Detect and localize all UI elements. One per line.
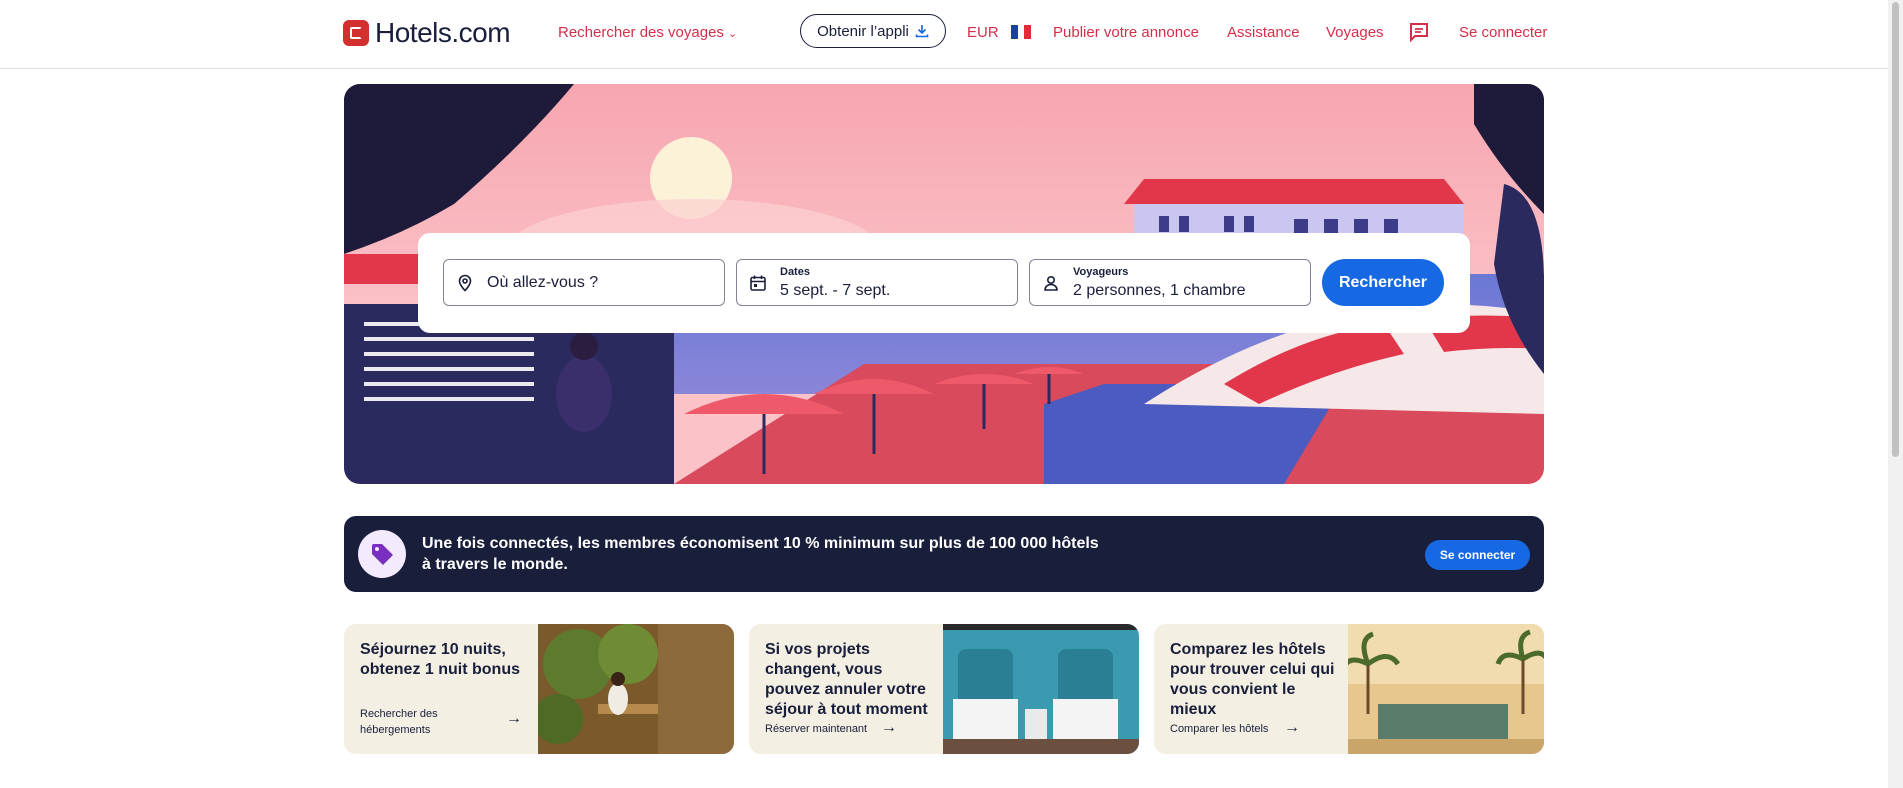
download-icon <box>915 24 929 38</box>
dates-label: Dates <box>780 266 810 278</box>
destination-placeholder: Où allez-vous ? <box>487 274 599 291</box>
hotels-logo[interactable]: Hotels.com <box>343 17 511 49</box>
member-promo-banner: Une fois connectés, les membres économis… <box>344 516 1544 592</box>
arrow-right-icon: → <box>881 719 897 736</box>
chat-icon[interactable] <box>1408 21 1430 48</box>
card-title: Comparez les hôtels pour trouver celui q… <box>1170 641 1335 718</box>
search-form: Où allez-vous ? Dates 5 sept. - 7 sept. … <box>418 233 1470 333</box>
dates-field[interactable]: Dates 5 sept. - 7 sept. <box>736 259 1018 306</box>
search-button[interactable]: Rechercher <box>1322 259 1444 306</box>
search-trips-menu[interactable]: Rechercher des voyages ⌄ <box>558 24 737 41</box>
france-flag-icon <box>1010 25 1031 39</box>
promo-text: Une fois connectés, les membres économis… <box>422 535 1099 573</box>
card-image-pool <box>1340 624 1544 754</box>
card-link[interactable]: Réserver maintenant <box>765 721 867 737</box>
travelers-label: Voyageurs <box>1073 266 1129 278</box>
card-compare-hotels[interactable]: Comparez les hôtels pour trouver celui q… <box>1154 624 1544 754</box>
card-free-cancellation[interactable]: Si vos projets changent, vous pouvez ann… <box>749 624 1139 754</box>
card-title: Séjournez 10 nuits, obtenez 1 nuit bonus <box>360 641 520 678</box>
travelers-field[interactable]: Voyageurs 2 personnes, 1 chambre <box>1029 259 1311 306</box>
card-image-bedroom <box>943 624 1139 754</box>
destination-field[interactable]: Où allez-vous ? <box>443 259 725 306</box>
currency-selector[interactable]: EUR <box>967 24 1031 41</box>
support-link[interactable]: Assistance <box>1227 24 1300 41</box>
card-bonus-night[interactable]: Séjournez 10 nuits, obtenez 1 nuit bonus… <box>344 624 734 754</box>
hero-illustration: Où allez-vous ? Dates 5 sept. - 7 sept. … <box>344 84 1544 484</box>
card-image-restaurant <box>533 624 734 754</box>
trips-link[interactable]: Voyages <box>1326 24 1384 41</box>
arrow-right-icon: → <box>1284 719 1300 736</box>
currency-label: EUR <box>967 24 999 41</box>
chevron-down-icon: ⌄ <box>727 28 738 40</box>
arrow-right-icon: → <box>506 710 522 727</box>
get-app-label: Obtenir l’appli <box>817 22 909 40</box>
card-link[interactable]: Rechercher des hébergements <box>360 706 470 738</box>
logo-text: Hotels.com <box>375 17 511 48</box>
travelers-value: 2 personnes, 1 chambre <box>1073 282 1246 299</box>
sign-in-link[interactable]: Se connecter <box>1459 24 1547 41</box>
search-trips-label: Rechercher des voyages <box>558 24 724 41</box>
person-icon <box>1042 274 1060 297</box>
card-title: Si vos projets changent, vous pouvez ann… <box>765 641 928 718</box>
card-link[interactable]: Comparer les hôtels <box>1170 721 1268 737</box>
scrollbar-thumb[interactable] <box>1892 2 1899 457</box>
top-header: Hotels.com Rechercher des voyages ⌄ Obten… <box>0 0 1903 69</box>
get-app-button[interactable]: Obtenir l’appli <box>800 14 946 48</box>
banner-sign-in-button[interactable]: Se connecter <box>1425 540 1530 570</box>
logo-icon <box>343 20 369 46</box>
list-property-link[interactable]: Publier votre annonce <box>1053 24 1199 41</box>
dates-value: 5 sept. - 7 sept. <box>780 282 891 299</box>
calendar-icon <box>749 274 767 297</box>
tag-icon <box>358 530 406 578</box>
location-pin-icon <box>456 274 474 297</box>
